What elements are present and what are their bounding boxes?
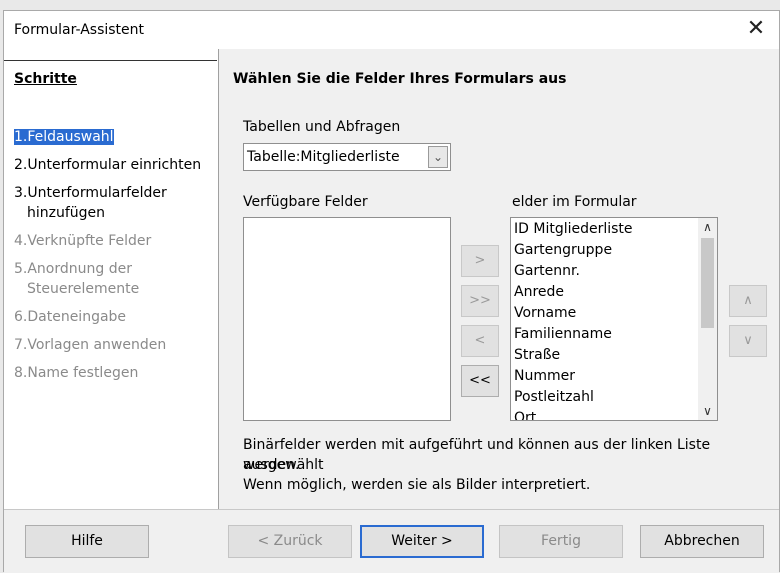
move-down-button[interactable]: ∨ bbox=[729, 325, 767, 357]
page-heading: Wählen Sie die Felder Ihres Formulars au… bbox=[233, 71, 567, 87]
form-fields-scrollbar[interactable]: ∧ ∨ bbox=[698, 218, 717, 420]
list-item[interactable]: Vorname bbox=[514, 305, 576, 321]
binary-fields-note-line2: werden. bbox=[243, 457, 300, 473]
step-control-arrangement-line2: Steuerelemente bbox=[27, 281, 140, 297]
list-item[interactable]: Gartennr. bbox=[514, 263, 580, 279]
step-control-arrangement: 5.Anordnung der bbox=[14, 261, 132, 277]
remove-all-fields-button[interactable]: << bbox=[461, 365, 499, 397]
close-icon[interactable]: ✕ bbox=[741, 15, 771, 45]
next-button[interactable]: Weiter > bbox=[360, 525, 484, 558]
step-data-entry: 6.Dateneingabe bbox=[14, 309, 127, 325]
available-fields-list[interactable] bbox=[243, 217, 451, 421]
list-item[interactable]: ID Mitgliederliste bbox=[514, 221, 633, 237]
list-item[interactable]: Straße bbox=[514, 347, 560, 363]
add-field-button[interactable]: > bbox=[461, 245, 499, 277]
available-fields-label: Verfügbare Felder bbox=[243, 194, 368, 210]
button-bar: Hilfe < Zurück Weiter > Fertig Abbrechen bbox=[4, 509, 779, 573]
form-fields-label: elder im Formular bbox=[512, 194, 637, 210]
remove-field-button[interactable]: < bbox=[461, 325, 499, 357]
step-linked-fields: 4.Verknüpfte Felder bbox=[14, 233, 152, 249]
step-subform-fields[interactable]: 3.Unterformularfelder bbox=[14, 183, 167, 203]
scroll-down-icon[interactable]: ∨ bbox=[698, 402, 717, 420]
title-bar: Formular-Assistent ✕ bbox=[4, 11, 779, 49]
tables-queries-value: Tabelle:Mitgliederliste bbox=[247, 149, 400, 165]
tables-queries-dropdown[interactable]: Tabelle:Mitgliederliste ⌄ bbox=[243, 143, 451, 171]
steps-title: Schritte bbox=[14, 71, 77, 87]
back-button[interactable]: < Zurück bbox=[228, 525, 352, 558]
cancel-button[interactable]: Abbrechen bbox=[640, 525, 764, 558]
step-subform-fields-line2[interactable]: hinzufügen bbox=[27, 203, 105, 223]
finish-button[interactable]: Fertig bbox=[499, 525, 623, 558]
help-button[interactable]: Hilfe bbox=[25, 525, 149, 558]
steps-divider bbox=[4, 60, 217, 61]
scrollbar-thumb[interactable] bbox=[701, 238, 714, 328]
list-item[interactable]: Gartengruppe bbox=[514, 242, 612, 258]
step-field-selection[interactable]: 1.Feldauswahl bbox=[14, 127, 114, 147]
step-apply-styles: 7.Vorlagen anwenden bbox=[14, 337, 167, 353]
binary-fields-note-line1: Binärfelder werden mit aufgeführt und kö… bbox=[243, 437, 711, 473]
steps-panel: Schritte 1.Feldauswahl 2.Unterformular e… bbox=[4, 49, 218, 509]
list-item[interactable]: Anrede bbox=[514, 284, 564, 300]
scroll-up-icon[interactable]: ∧ bbox=[698, 218, 717, 236]
step-set-name: 8.Name festlegen bbox=[14, 365, 139, 381]
step-subform-setup[interactable]: 2.Unterformular einrichten bbox=[14, 155, 201, 175]
chevron-down-icon[interactable]: ⌄ bbox=[428, 146, 448, 168]
form-wizard-dialog: Formular-Assistent ✕ Schritte 1.Feldausw… bbox=[3, 10, 780, 573]
list-item[interactable]: Postleitzahl bbox=[514, 389, 594, 405]
move-up-button[interactable]: ∧ bbox=[729, 285, 767, 317]
list-item[interactable]: Ort bbox=[514, 410, 536, 420]
list-item[interactable]: Familienname bbox=[514, 326, 612, 342]
binary-fields-note-line3: Wenn möglich, werden sie als Bilder inte… bbox=[243, 477, 591, 493]
form-fields-list[interactable]: ID Mitgliederliste Gartengruppe Gartennr… bbox=[510, 217, 718, 421]
add-all-fields-button[interactable]: >> bbox=[461, 285, 499, 317]
list-item[interactable]: Nummer bbox=[514, 368, 575, 384]
main-panel: Wählen Sie die Felder Ihres Formulars au… bbox=[219, 49, 779, 509]
dialog-title: Formular-Assistent bbox=[14, 22, 145, 38]
tables-queries-label: Tabellen und Abfragen bbox=[243, 119, 401, 135]
